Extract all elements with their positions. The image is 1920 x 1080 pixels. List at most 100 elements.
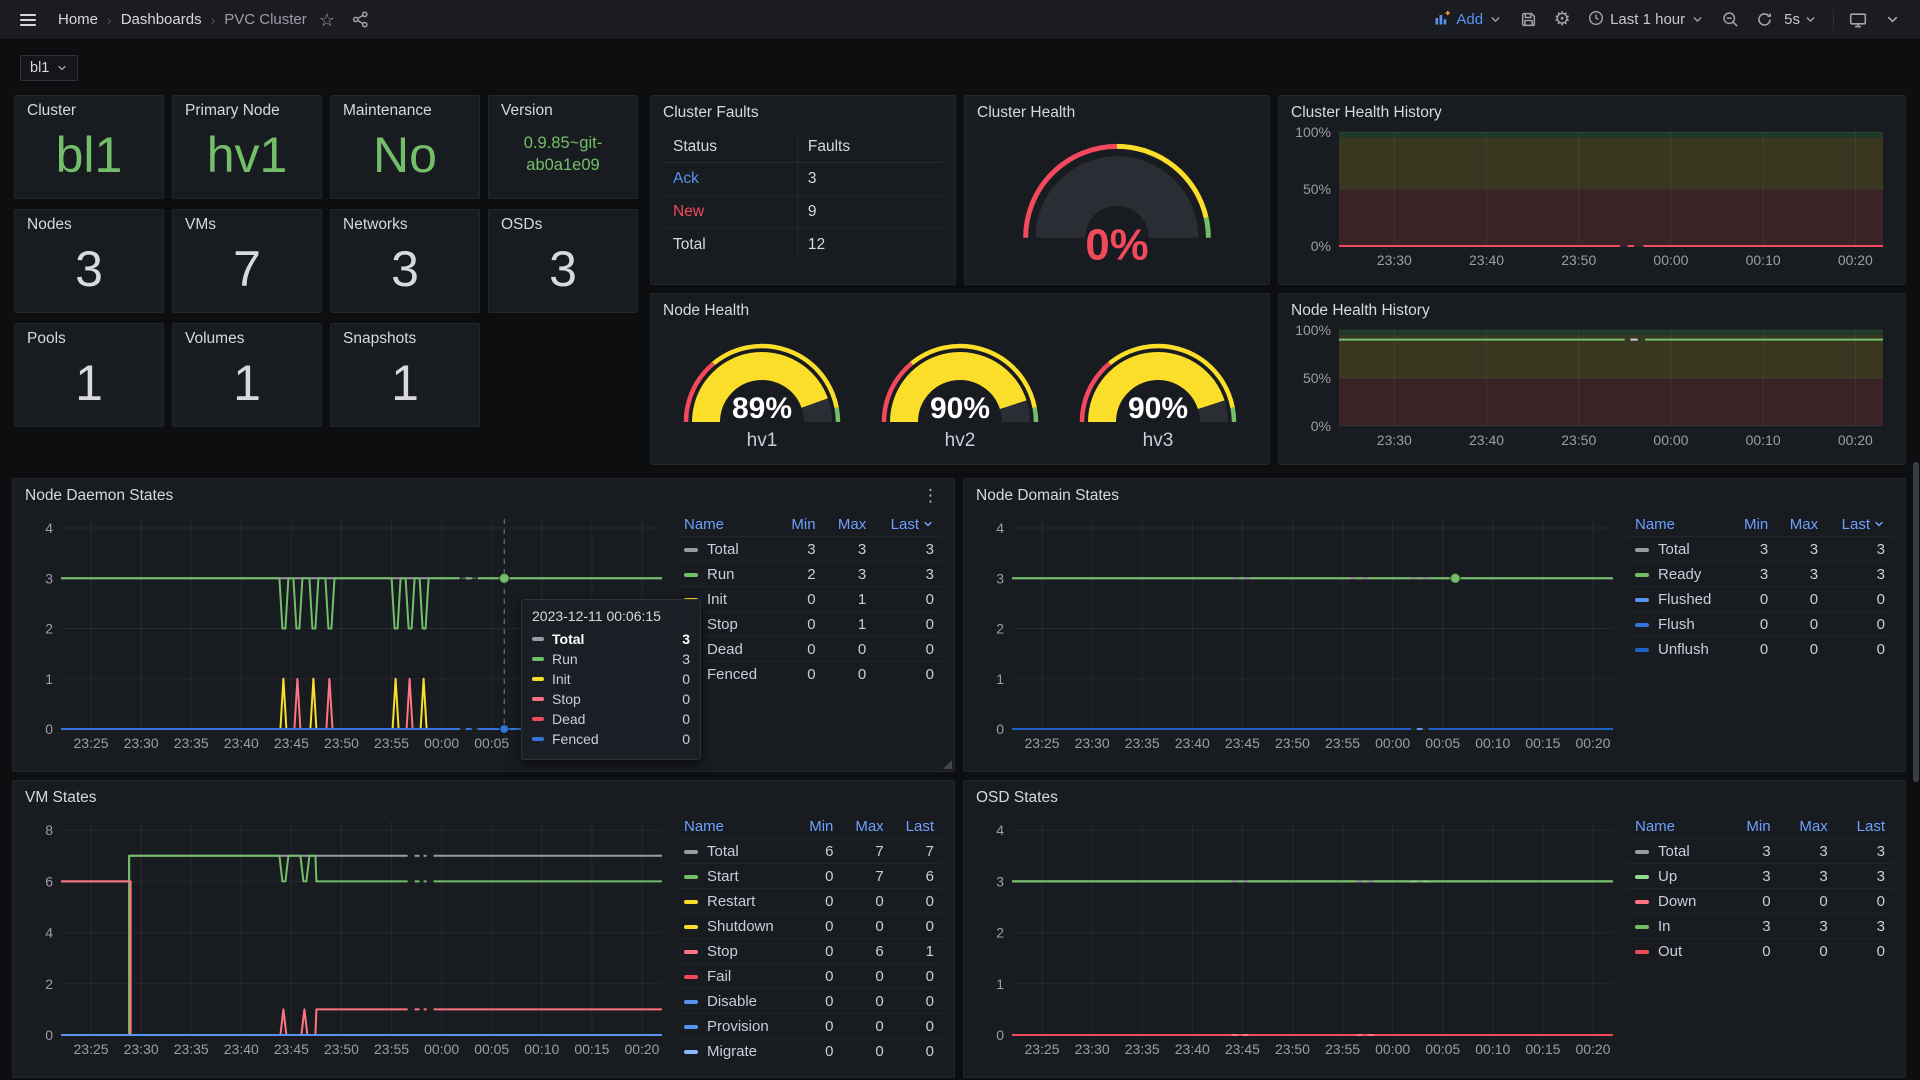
chart-vm-states[interactable]: 23:2523:3023:3523:4023:4523:5023:5500:00… (25, 809, 670, 1065)
legend-row-disable[interactable]: Disable000 (676, 989, 942, 1014)
legend-row-flushed[interactable]: Flushed000 (1627, 587, 1893, 612)
legend-column-name[interactable]: Name (676, 513, 778, 537)
legend-column-last[interactable]: Last (1836, 815, 1893, 839)
legend-row-up[interactable]: Up333 (1627, 864, 1893, 889)
breadcrumb-current: PVC Cluster (224, 11, 307, 28)
zoom-out-icon[interactable] (1716, 6, 1744, 34)
star-icon[interactable]: ☆ (313, 6, 341, 34)
breadcrumb-home[interactable]: Home (58, 11, 98, 28)
svg-text:23:55: 23:55 (1325, 1041, 1360, 1057)
panel-title: Pools (27, 330, 151, 348)
series-color-swatch (1635, 900, 1649, 904)
legend-row-total[interactable]: Total333 (1627, 839, 1893, 864)
legend-row-total[interactable]: Total333 (676, 537, 942, 562)
panel-title[interactable]: Node Daemon States (25, 485, 173, 507)
legend-row-dead[interactable]: Dead000 (676, 637, 942, 662)
scrollbar[interactable] (1913, 462, 1919, 782)
panel-title: Networks (343, 216, 467, 234)
legend-column-name[interactable]: Name (676, 815, 796, 839)
svg-text:3: 3 (45, 570, 53, 586)
legend-column-name[interactable]: Name (1627, 513, 1731, 537)
legend-row-down[interactable]: Down000 (1627, 889, 1893, 914)
legend-row-restart[interactable]: Restart000 (676, 889, 942, 914)
legend-row-fail[interactable]: Fail000 (676, 964, 942, 989)
legend-row-stop[interactable]: Stop010 (676, 612, 942, 637)
column-header-status: Status (663, 132, 797, 163)
share-icon[interactable] (347, 6, 375, 34)
legend-row-unflush[interactable]: Unflush000 (1627, 637, 1893, 662)
gauge: 90% (865, 318, 1055, 428)
legend-row-migrate[interactable]: Migrate000 (676, 1039, 942, 1064)
chevron-down-icon[interactable] (1878, 6, 1906, 34)
panel-menu-icon[interactable]: ⋮ (920, 486, 942, 506)
tooltip-timestamp: 2023-12-11 00:06:15 (532, 608, 690, 624)
gauge-label: hv3 (1143, 430, 1174, 452)
legend-row-run[interactable]: Run233 (676, 562, 942, 587)
add-panel-button[interactable]: Add (1428, 6, 1508, 34)
legend-column-min[interactable]: Min (778, 513, 824, 537)
breadcrumb: Home › Dashboards › PVC Cluster (58, 11, 307, 28)
refresh-interval-dropdown[interactable]: 5s (1784, 6, 1823, 34)
svg-text:00:20: 00:20 (1838, 432, 1873, 448)
legend-column-last[interactable]: Last (1826, 513, 1893, 537)
legend-row-out[interactable]: Out000 (1627, 939, 1893, 964)
time-range-picker[interactable]: Last 1 hour (1582, 6, 1710, 34)
legend-column-min[interactable]: Min (796, 815, 842, 839)
panel-title[interactable]: OSD States (976, 787, 1893, 809)
series-color-swatch (684, 1025, 698, 1029)
breadcrumb-dashboards[interactable]: Dashboards (121, 11, 202, 28)
legend-column-last[interactable]: Last (892, 815, 942, 839)
legend-row-total[interactable]: Total677 (676, 839, 942, 864)
stat-value: 7 (185, 238, 309, 300)
panel-title[interactable]: VM States (25, 787, 942, 809)
chart-osd-states[interactable]: 23:2523:3023:3523:4023:4523:5023:5500:00… (976, 809, 1621, 1065)
chevron-right-icon: › (107, 12, 112, 28)
legend-column-max[interactable]: Max (841, 815, 891, 839)
legend-column-min[interactable]: Min (1731, 513, 1776, 537)
chart-node-health-history[interactable]: 23:3023:4023:5000:0000:1000:200%50%100% (1291, 322, 1893, 452)
legend-column-max[interactable]: Max (1776, 513, 1826, 537)
stat-value: 1 (343, 352, 467, 414)
svg-text:50%: 50% (1303, 370, 1331, 386)
legend-column-name[interactable]: Name (1627, 815, 1727, 839)
series-color-swatch (1635, 598, 1649, 602)
legend-column-max[interactable]: Max (1779, 815, 1836, 839)
legend-column-min[interactable]: Min (1727, 815, 1779, 839)
svg-text:0: 0 (45, 721, 53, 737)
legend-column-max[interactable]: Max (824, 513, 875, 537)
legend-row-provision[interactable]: Provision000 (676, 1014, 942, 1039)
legend-row-flush[interactable]: Flush000 (1627, 612, 1893, 637)
legend-row-init[interactable]: Init010 (676, 587, 942, 612)
refresh-icon[interactable] (1750, 6, 1778, 34)
chart-cluster-health-history[interactable]: 23:3023:4023:5000:0000:1000:200%50%100% (1291, 124, 1893, 272)
legend-row-fenced[interactable]: Fenced000 (676, 662, 942, 687)
chart-node-domain-states[interactable]: 23:2523:3023:3523:4023:4523:5023:5500:00… (976, 507, 1621, 759)
panel-title[interactable]: Cluster Health History (1291, 102, 1893, 124)
stat-panel-primary-node: Primary Nodehv1 (172, 95, 322, 199)
svg-text:00:10: 00:10 (1746, 432, 1781, 448)
node-health-gauge-hv2: 90%hv2 (865, 318, 1055, 452)
svg-text:23:55: 23:55 (1325, 735, 1360, 751)
legend-row-ready[interactable]: Ready333 (1627, 562, 1893, 587)
tooltip-row-total: Total3 (532, 631, 690, 647)
legend-row-stop[interactable]: Stop061 (676, 939, 942, 964)
panel-title[interactable]: Node Domain States (976, 485, 1893, 507)
series-color-swatch (684, 548, 698, 552)
svg-text:00:10: 00:10 (1475, 1041, 1510, 1057)
legend-row-total[interactable]: Total333 (1627, 537, 1893, 562)
panel-title[interactable]: Cluster Faults (663, 102, 943, 124)
panel-title[interactable]: Node Health History (1291, 300, 1893, 322)
panel-title: Snapshots (343, 330, 467, 348)
menu-icon[interactable] (14, 6, 42, 34)
panel-resize-handle[interactable] (943, 760, 952, 769)
dashboard-variable-dropdown[interactable]: bl1 (20, 55, 78, 81)
legend-row-shutdown[interactable]: Shutdown000 (676, 914, 942, 939)
panel-node-daemon-states: Node Daemon States ⋮ 23:2523:3023:3523:4… (12, 478, 955, 772)
legend-column-last[interactable]: Last (874, 513, 942, 537)
gear-icon[interactable]: ⚙ (1548, 6, 1576, 34)
legend-row-start[interactable]: Start076 (676, 864, 942, 889)
save-icon[interactable] (1514, 6, 1542, 34)
legend-row-in[interactable]: In333 (1627, 914, 1893, 939)
svg-text:0%: 0% (1311, 238, 1331, 254)
kiosk-monitor-icon[interactable] (1844, 6, 1872, 34)
